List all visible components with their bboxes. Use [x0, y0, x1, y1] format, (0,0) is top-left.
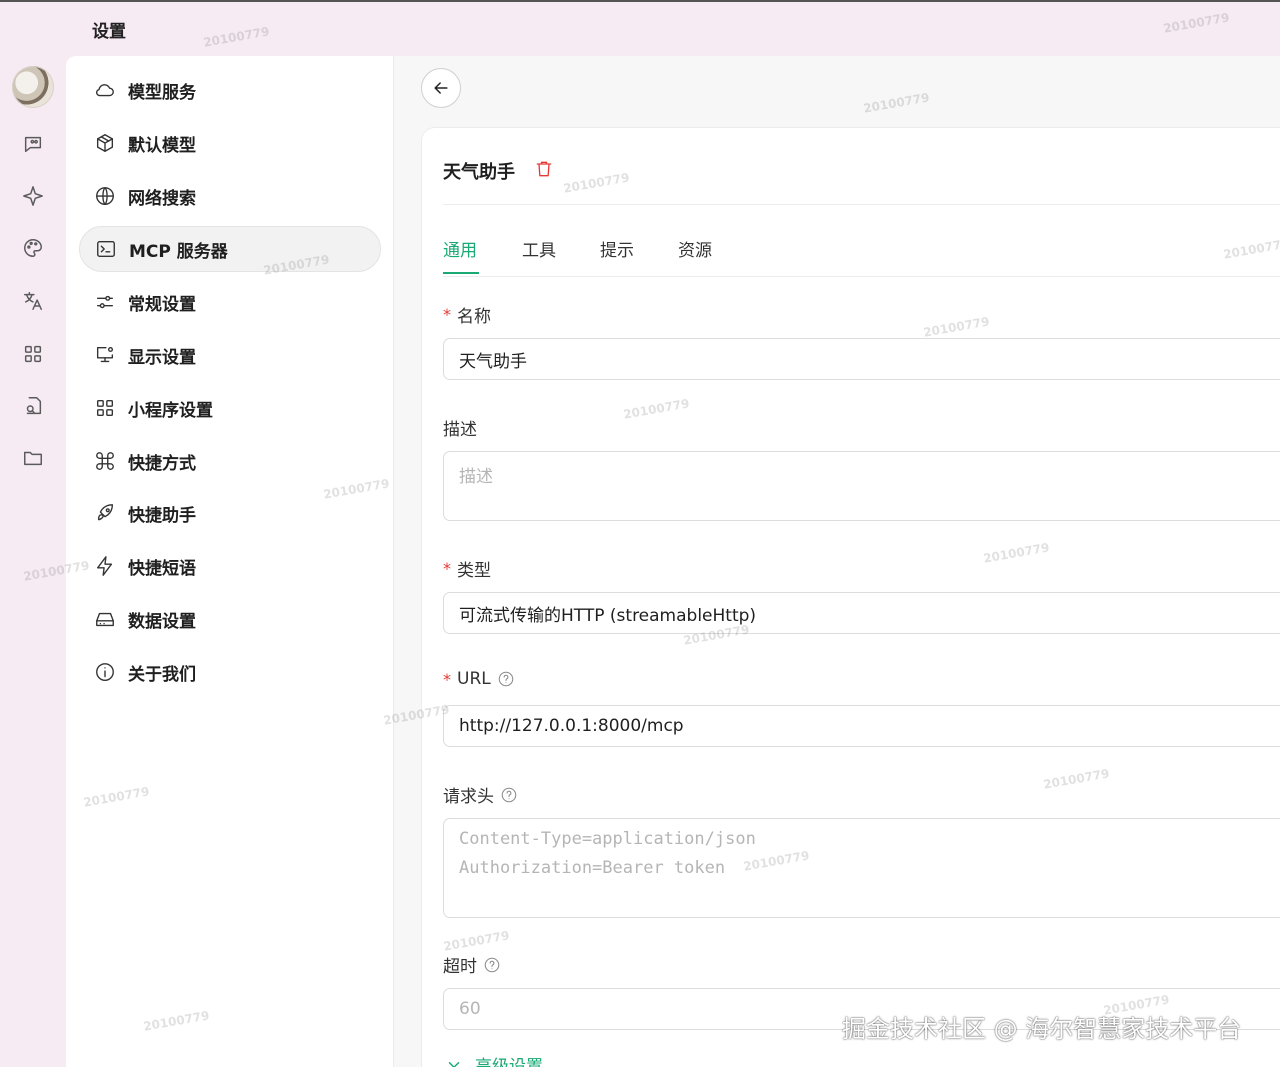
delete-server-button[interactable]	[534, 159, 554, 179]
watermark-text: 20100779	[1162, 10, 1231, 36]
back-button[interactable]	[421, 68, 461, 108]
menu-item-quick-assistant[interactable]: 快捷助手	[79, 490, 381, 536]
tab-general[interactable]: 通用	[443, 236, 477, 261]
icon-rail	[0, 56, 66, 1067]
tab-resources[interactable]: 资源	[678, 236, 712, 261]
title-divider	[443, 204, 1280, 205]
menu-item-label: 小程序设置	[128, 400, 213, 421]
menu-item-mcp-servers[interactable]: MCP 服务器	[79, 226, 381, 272]
command-icon	[96, 452, 114, 470]
timeout-input[interactable]	[443, 988, 1280, 1030]
description-textarea[interactable]	[443, 451, 1280, 521]
menu-item-label: 默认模型	[128, 135, 196, 156]
description-label-text: 描述	[443, 420, 477, 440]
cloud-icon	[96, 84, 114, 97]
menu-item-label: 网络搜索	[128, 188, 196, 209]
url-label-text: URL	[457, 669, 491, 689]
type-select[interactable]	[443, 592, 1280, 634]
avatar[interactable]	[12, 66, 54, 108]
active-tab-indicator	[443, 272, 479, 274]
chevron-down-icon	[448, 1061, 460, 1067]
menu-item-miniapp-settings[interactable]: 小程序设置	[79, 385, 381, 431]
apps-grid-icon[interactable]	[20, 341, 46, 367]
palette-icon[interactable]	[20, 235, 46, 261]
folder-icon[interactable]	[20, 445, 46, 471]
monitor-settings-icon	[96, 346, 114, 363]
menu-item-web-search[interactable]: 网络搜索	[79, 173, 381, 219]
url-input[interactable]	[443, 705, 1280, 747]
help-circle-icon[interactable]	[500, 786, 518, 804]
menu-item-label: 快捷方式	[128, 453, 196, 474]
url-field-label: * URL	[443, 669, 515, 689]
menu-item-label: 快捷短语	[128, 558, 196, 579]
required-marker: *	[443, 669, 451, 689]
window-title: 设置	[92, 22, 126, 42]
name-label-text: 名称	[457, 307, 491, 327]
menu-item-label: 快捷助手	[128, 505, 196, 526]
watermark-text: 20100779	[202, 24, 271, 50]
settings-menu: 模型服务 默认模型 网络搜索 MCP 服务器 常规设置 显示设置 小程序设置 快…	[66, 56, 394, 1067]
terminal-icon	[97, 240, 115, 258]
headers-textarea[interactable]	[443, 818, 1280, 918]
menu-item-general-settings[interactable]: 常规设置	[79, 279, 381, 325]
rocket-icon	[97, 504, 114, 521]
globe-icon	[96, 187, 114, 205]
required-marker: *	[443, 305, 451, 324]
arrow-left-icon	[434, 82, 448, 94]
zap-icon	[96, 556, 113, 576]
tab-prompts[interactable]: 提示	[600, 236, 634, 261]
chat-icon[interactable]	[20, 131, 46, 157]
sliders-icon	[96, 295, 114, 309]
menu-item-label: 常规设置	[128, 294, 196, 315]
content-area: 天气助手 通用 工具 提示 资源 * 名称 描述 * 类型 * URL	[394, 56, 1280, 1067]
menu-item-label: 显示设置	[128, 347, 196, 368]
headers-field-label: 请求头	[443, 782, 518, 807]
type-field-label: * 类型	[443, 556, 491, 581]
advanced-settings-toggle[interactable]: 高级设置	[445, 1052, 543, 1067]
menu-item-shortcuts[interactable]: 快捷方式	[79, 438, 381, 484]
cube-icon	[96, 134, 114, 152]
menu-item-label: 模型服务	[128, 82, 196, 103]
menu-item-display-settings[interactable]: 显示设置	[79, 332, 381, 378]
menu-item-label: 数据设置	[128, 611, 196, 632]
timeout-label-text: 超时	[443, 957, 477, 977]
menu-item-data-settings[interactable]: 数据设置	[79, 596, 381, 642]
help-circle-icon[interactable]	[483, 956, 501, 974]
name-field-label: * 名称	[443, 302, 491, 327]
headers-label-text: 请求头	[443, 787, 494, 807]
window-top-border	[0, 0, 1280, 2]
advanced-settings-label: 高级设置	[475, 1057, 543, 1067]
menu-item-label: MCP 服务器	[129, 241, 228, 262]
document-search-icon[interactable]	[20, 393, 46, 419]
menu-item-label: 关于我们	[128, 664, 196, 685]
required-marker: *	[443, 559, 451, 578]
grid-icon	[96, 399, 114, 417]
timeout-field-label: 超时	[443, 952, 501, 977]
trash-icon	[536, 161, 552, 177]
translate-icon[interactable]	[20, 288, 46, 314]
menu-item-quick-phrases[interactable]: 快捷短语	[79, 543, 381, 589]
name-input[interactable]	[443, 338, 1280, 380]
hard-drive-icon	[96, 612, 114, 627]
server-name-title: 天气助手	[443, 162, 515, 183]
sparkle-icon[interactable]	[20, 183, 46, 209]
menu-item-default-model[interactable]: 默认模型	[79, 120, 381, 166]
info-icon	[96, 663, 114, 681]
tabs-divider	[443, 276, 1280, 277]
type-label-text: 类型	[457, 561, 491, 581]
server-detail-card: 天气助手 通用 工具 提示 资源 * 名称 描述 * 类型 * URL	[421, 127, 1280, 1067]
help-circle-icon[interactable]	[497, 670, 515, 688]
tab-tools[interactable]: 工具	[522, 236, 556, 261]
description-field-label: 描述	[443, 415, 477, 440]
menu-item-model-service[interactable]: 模型服务	[79, 67, 381, 113]
menu-item-about[interactable]: 关于我们	[79, 649, 381, 695]
